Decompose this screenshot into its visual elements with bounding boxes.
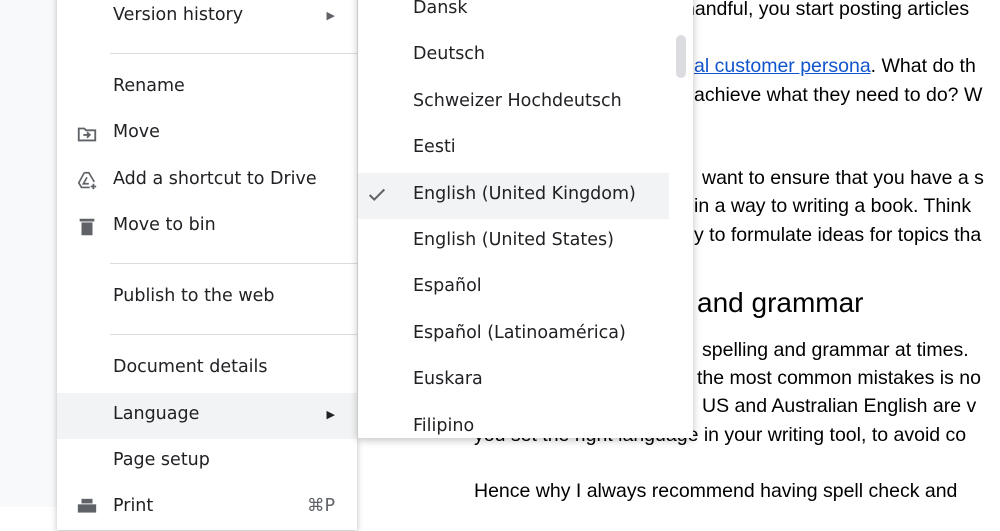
doc-heading: and grammar: [697, 287, 864, 318]
checkmark-icon: [368, 188, 386, 201]
menu-item-language[interactable]: Language ▶: [57, 393, 357, 439]
customer-persona-link[interactable]: al customer persona: [694, 55, 871, 77]
language-option-label: Eesti: [413, 137, 456, 158]
menu-item-label: Publish to the web: [113, 286, 275, 306]
language-option[interactable]: English (United Kingdom): [358, 172, 669, 219]
menu-item-label: Add a shortcut to Drive: [113, 169, 317, 189]
doc-line: want to ensure that you have a s: [702, 167, 984, 189]
doc-line: in a way to writing a book. Think: [694, 195, 972, 217]
language-option[interactable]: Filipino: [358, 405, 669, 438]
folder-move-icon: [77, 127, 97, 142]
language-submenu: Dansk Deutsch Schweizer Hochdeutsch Eesti En…: [358, 0, 693, 438]
menu-item-label: Rename: [113, 76, 185, 96]
language-option[interactable]: Euskara: [358, 358, 669, 404]
menu-divider: [110, 263, 357, 264]
menu-item-version-history[interactable]: Version history ▶: [57, 0, 357, 40]
doc-line: spelling and grammar at times.: [702, 339, 969, 361]
language-option-label: Schweizer Hochdeutsch: [413, 90, 622, 111]
menu-item-label: Page setup: [113, 450, 210, 470]
doc-line: handful, you start posting articles: [684, 0, 970, 20]
language-option-label: Euskara: [413, 369, 483, 390]
doc-line: al customer persona. What do th: [694, 54, 976, 78]
file-menu: Version history ▶ Rename Move Add a shor…: [57, 0, 357, 530]
doc-line: US and Australian English are v: [702, 395, 977, 417]
doc-line: y to formulate ideas for topics tha: [694, 224, 982, 246]
menu-item-label: Version history: [113, 5, 244, 25]
menu-item-publish[interactable]: Publish to the web: [57, 275, 357, 321]
menu-item-label: Print: [113, 496, 154, 516]
language-option-label: English (United Kingdom): [413, 183, 636, 204]
trash-icon: [79, 218, 95, 236]
doc-text: . What do th: [870, 55, 976, 77]
submenu-scrollbar[interactable]: [676, 35, 686, 78]
doc-line: Hence why I always recommend having spel…: [474, 480, 958, 502]
language-option[interactable]: English (United States): [358, 219, 669, 265]
menu-item-move-to-bin[interactable]: Move to bin: [57, 204, 357, 250]
doc-line: achieve what they need to do? W: [694, 84, 983, 106]
language-option-label: Dansk: [413, 0, 468, 18]
doc-line: the most common mistakes is no: [697, 367, 981, 389]
menu-item-page-setup[interactable]: Page setup: [57, 439, 357, 485]
language-option-label: English (United States): [413, 230, 614, 250]
menu-item-document-details[interactable]: Document details: [57, 346, 357, 392]
language-option[interactable]: Deutsch: [358, 33, 669, 79]
language-option[interactable]: Schweizer Hochdeutsch: [358, 80, 669, 126]
menu-item-rename[interactable]: Rename: [57, 65, 357, 111]
language-option[interactable]: Español (Latinoamérica): [358, 312, 669, 358]
language-option-label: Deutsch: [413, 44, 486, 65]
menu-item-label: Language: [113, 404, 200, 424]
menu-divider: [110, 53, 357, 54]
submenu-arrow-icon: ▶: [326, 9, 335, 22]
language-option-label: Filipino: [413, 415, 475, 436]
menu-divider: [110, 334, 357, 335]
menu-item-print[interactable]: Print ⌘P: [57, 485, 357, 531]
language-option[interactable]: Eesti: [358, 126, 669, 172]
menu-item-add-shortcut[interactable]: Add a shortcut to Drive: [57, 158, 357, 204]
menu-item-label: Move: [113, 122, 160, 142]
submenu-arrow-icon: ▶: [326, 408, 335, 421]
language-option[interactable]: Español: [358, 265, 669, 311]
menu-item-label: Document details: [113, 357, 268, 377]
menu-item-label: Move to bin: [113, 215, 216, 235]
language-option-label: Español: [413, 276, 482, 297]
language-option-label: Español (Latinoamérica): [413, 322, 626, 343]
language-option[interactable]: Dansk: [358, 0, 669, 33]
printer-icon: [77, 498, 97, 513]
drive-shortcut-icon: [77, 171, 97, 190]
menu-item-shortcut: ⌘P: [306, 496, 335, 516]
menu-item-move[interactable]: Move: [57, 111, 357, 157]
